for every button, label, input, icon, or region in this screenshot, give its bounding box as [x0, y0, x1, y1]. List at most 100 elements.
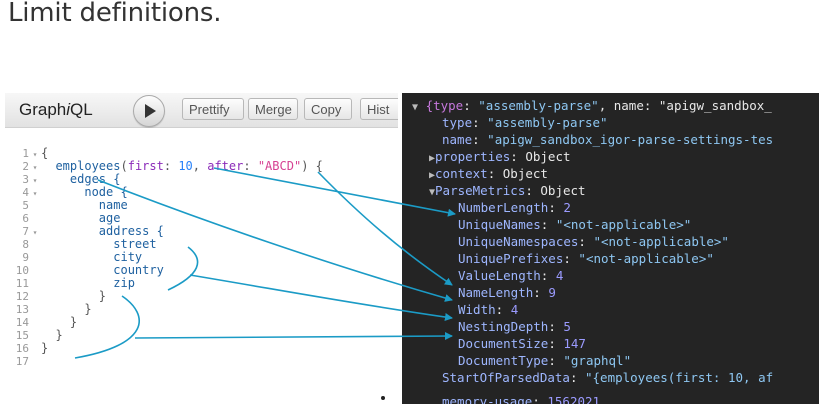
line-number: 11 — [15, 277, 29, 290]
code-text: address { — [98, 224, 164, 238]
slide: Limit definitions. GraphiQL Prettify Mer… — [0, 0, 819, 412]
console-key: NestingDepth — [458, 319, 549, 334]
console-line: type: "assembly-parse" — [442, 114, 608, 131]
code-text: city — [113, 250, 143, 264]
code-text: } — [98, 289, 107, 303]
line-number: 13 — [15, 303, 29, 316]
history-button[interactable]: Hist — [360, 98, 398, 120]
code-line: 16} — [5, 341, 49, 356]
code-punc: { — [315, 159, 323, 173]
console-value: "{employees(first: 10, af — [585, 370, 774, 385]
line-number: 12 — [15, 290, 29, 303]
line-number: 16 — [15, 342, 29, 355]
console-line: StartOfParsedData: "{employees(first: 10… — [442, 369, 773, 386]
logo-part-graph: Graph — [19, 100, 67, 119]
console-line: ValueLength: 4 — [458, 267, 563, 284]
console-sep: : — [510, 149, 526, 164]
line-number: 3 — [22, 173, 29, 186]
console-key: ValueLength — [458, 268, 541, 283]
code-field: employees — [55, 159, 121, 173]
console-line: NestingDepth: 5 — [458, 318, 571, 335]
console-key: UniqueNamespaces — [458, 234, 579, 249]
code-line: 17 — [5, 355, 41, 368]
console-value: "graphql" — [563, 353, 632, 368]
console-line[interactable]: ▼ {type: "assembly-parse", name: "apigw_… — [412, 97, 772, 114]
code-punc: : — [243, 159, 251, 173]
code-punc: : — [163, 159, 172, 173]
console-value: Object — [525, 149, 571, 164]
query-editor[interactable]: 1 ▾{ 2 ▾ employees(first: 10, after: "ABCD… — [5, 128, 398, 412]
console-value: 5 — [563, 319, 571, 334]
code-text: age — [98, 211, 121, 225]
console-line: name: "apigw_sandbox_igor-parse-settings… — [442, 131, 773, 148]
prettify-button[interactable]: Prettify — [182, 98, 244, 120]
console-line: Width: 4 — [458, 301, 518, 318]
console-line: UniquePrefixes: "<not-applicable>" — [458, 250, 714, 267]
console-key: {type — [425, 98, 464, 113]
merge-button[interactable]: Merge — [248, 98, 298, 120]
console-key: properties — [435, 149, 511, 164]
code-arg: after — [207, 159, 244, 173]
line-number: 8 — [22, 238, 29, 251]
graphiql-panel: GraphiQL Prettify Merge Copy Hist 1 ▾{ 2 ▾… — [5, 93, 398, 412]
console-sep: : — [569, 370, 585, 385]
console-value: 4 — [555, 268, 564, 283]
console-line: NameLength: 9 — [458, 284, 556, 301]
console-sep: : — [563, 251, 579, 266]
console-sep: : — [540, 268, 556, 283]
console-sep: : — [472, 132, 488, 147]
console-line: NumberLength: 2 — [458, 199, 571, 216]
code-text: } — [69, 315, 78, 329]
triangle-down-icon[interactable]: ▼ — [412, 102, 418, 113]
console-sep: : — [548, 200, 564, 215]
console-value: Object — [540, 183, 586, 198]
console-value: 1562021 — [547, 394, 601, 404]
code-number: 10 — [178, 159, 193, 173]
line-number: 6 — [22, 212, 29, 225]
code-text: node { — [84, 185, 128, 199]
console-sep: : — [548, 336, 564, 351]
code-text: edges { — [69, 172, 121, 186]
copy-button[interactable]: Copy — [304, 98, 352, 120]
line-number: 7 — [22, 225, 29, 238]
console-value: "apigw_sandbox_igor-parse-settings-tes — [487, 132, 774, 147]
bullet-dot — [381, 396, 385, 400]
console-line[interactable]: ▶context: Object — [429, 165, 548, 182]
console-key: memory-usage — [442, 394, 533, 404]
line-number: 15 — [15, 329, 29, 342]
graphiql-toolbar: GraphiQL Prettify Merge Copy Hist — [5, 93, 398, 128]
console-sep: : — [495, 302, 511, 317]
code-text: street — [113, 237, 157, 251]
line-number: 14 — [15, 316, 29, 329]
console-value: 2 — [563, 200, 571, 215]
console-value: 147 — [563, 336, 586, 351]
code-text: name — [98, 198, 128, 212]
code-line: 15 } — [5, 328, 63, 343]
console-value: "<not-applicable>" — [593, 234, 729, 249]
console-sep: : — [463, 98, 479, 113]
code-string: "ABCD" — [257, 159, 302, 173]
console-key: name — [442, 132, 473, 147]
console-line[interactable]: ▼ParseMetrics: Object — [429, 182, 586, 199]
console-line: DocumentType: "graphql" — [458, 352, 631, 369]
line-number: 2 — [22, 160, 29, 173]
console-key: UniquePrefixes — [458, 251, 564, 266]
console-value: "assembly-parse" — [478, 98, 599, 113]
graphiql-logo: GraphiQL — [19, 100, 93, 120]
console-line[interactable]: ▶properties: Object — [429, 148, 571, 165]
code-text: } — [41, 341, 49, 355]
console-value: "<not-applicable>" — [578, 251, 714, 266]
line-number: 1 — [22, 147, 29, 160]
line-number: 10 — [15, 264, 29, 277]
console-key: Width — [458, 302, 496, 317]
console-key: NumberLength — [458, 200, 549, 215]
console-key: DocumentSize — [458, 336, 549, 351]
code-punc: , — [192, 159, 200, 173]
console-value: 4 — [510, 302, 519, 317]
console-value: Object — [502, 166, 548, 181]
console-sep: : — [487, 166, 503, 181]
console-sep: : — [548, 353, 564, 368]
execute-query-button[interactable] — [133, 95, 165, 127]
code-text: } — [84, 302, 92, 316]
code-text: } — [55, 328, 63, 342]
